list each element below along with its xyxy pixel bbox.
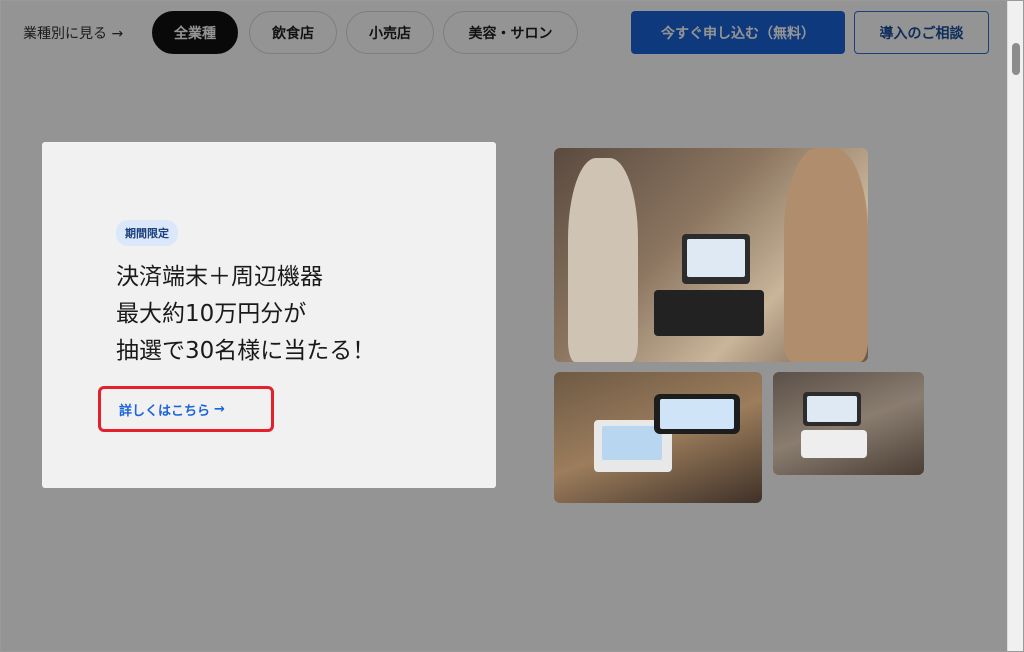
headline-line-3: 抽選で30名様に当たる！ xyxy=(116,338,376,364)
printer-base xyxy=(801,430,867,458)
register-tablet xyxy=(803,392,861,426)
person-staff xyxy=(784,148,868,362)
register-drawer xyxy=(654,290,764,336)
photo-register-kit xyxy=(773,372,924,475)
arrow-right-icon: → xyxy=(214,401,225,417)
smartphone xyxy=(654,394,740,434)
photo-cafe-checkout xyxy=(554,148,868,362)
headline-line-2: 最大約10万円分が xyxy=(116,301,307,327)
headline-line-1: 決済端末＋周辺機器 xyxy=(116,264,323,290)
person-customer xyxy=(568,158,638,362)
vertical-scrollbar[interactable] xyxy=(1007,1,1023,651)
details-link-label: 詳しくはこちら xyxy=(119,403,211,419)
photo-card-reader xyxy=(554,372,762,503)
pos-screen xyxy=(687,239,745,277)
scrollbar-thumb[interactable] xyxy=(1012,43,1020,75)
smartphone-screen xyxy=(660,399,734,429)
promo-headline: 決済端末＋周辺機器 最大約10万円分が 抽選で30名様に当たる！ xyxy=(116,259,375,370)
card-reader-screen xyxy=(602,426,662,460)
details-link[interactable]: 詳しくはこちら → xyxy=(98,386,274,432)
register-tablet-screen xyxy=(807,396,857,422)
limited-time-badge: 期間限定 xyxy=(116,220,178,246)
browser-window: 業種別に見る → 全業種 飲食店 小売店 美容・サロン 今すぐ申し込む（無料） … xyxy=(0,0,1024,652)
pos-terminal xyxy=(682,234,750,284)
promo-modal: 期間限定 決済端末＋周辺機器 最大約10万円分が 抽選で30名様に当たる！ 詳し… xyxy=(42,142,496,488)
